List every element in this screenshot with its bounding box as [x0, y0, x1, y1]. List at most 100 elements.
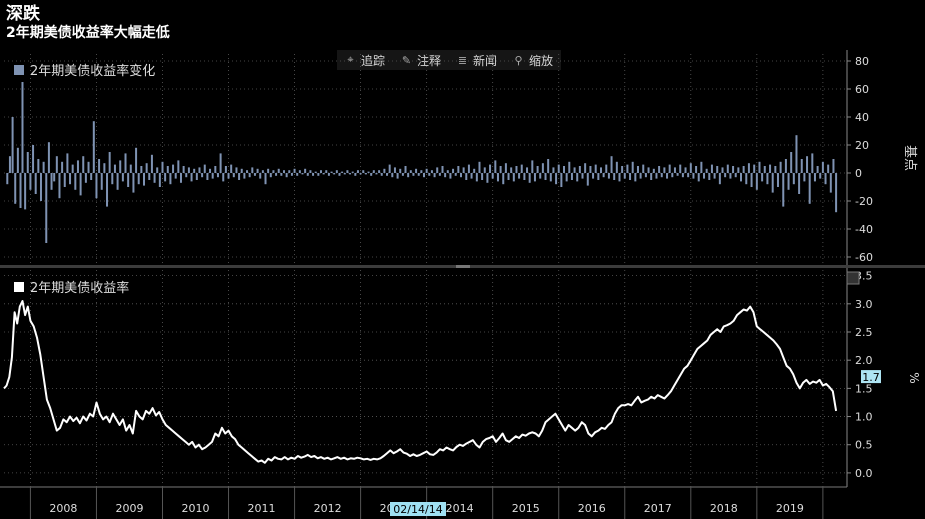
yield-change-bar: [214, 166, 217, 173]
yield-change-bar: [718, 173, 721, 185]
yield-change-bar: [800, 159, 803, 173]
bottom-y-tick-label: 3.0: [855, 298, 873, 311]
yield-change-bar: [251, 167, 254, 173]
yield-change-bar: [172, 164, 175, 173]
yield-change-bar: [547, 159, 550, 173]
yield-change-bar: [835, 173, 838, 213]
yield-change-bar: [16, 147, 19, 173]
yield-change-bar: [473, 168, 476, 173]
yield-change-bar: [356, 170, 359, 173]
yield-change-bar: [314, 171, 317, 173]
yield-change-bar: [557, 164, 560, 173]
yield-change-bar: [755, 173, 758, 190]
yield-change-bar: [423, 173, 426, 178]
yield-change-bar: [203, 164, 206, 173]
yield-change-bar: [259, 173, 262, 179]
yield-change-bar: [354, 173, 357, 176]
yield-change-bar: [441, 166, 444, 173]
yield-change-bar: [206, 173, 209, 180]
yield-change-bar: [560, 173, 563, 187]
yield-change-bar: [689, 163, 692, 173]
yield-change-bar: [364, 173, 367, 175]
yield-change-bar: [243, 173, 246, 179]
yield-change-bar: [668, 164, 671, 173]
yield-change-bar: [32, 145, 35, 173]
yield-change-bar: [74, 173, 77, 190]
panel-options-icon: [846, 271, 860, 285]
yield-change-bar: [401, 173, 404, 176]
yield-change-bar: [129, 164, 132, 173]
yield-change-bar: [14, 173, 17, 204]
yield-change-bar: [312, 173, 315, 176]
yield-change-bar: [69, 173, 72, 185]
yield-change-bar: [829, 173, 832, 193]
yield-change-bar: [589, 166, 592, 173]
yield-change-bar: [433, 173, 436, 178]
yield-change-bar: [53, 173, 56, 182]
yield-change-bar: [232, 173, 235, 178]
yield-change-bar: [618, 173, 621, 182]
yield-change-bar: [576, 173, 579, 182]
yield-change-bar: [716, 166, 719, 173]
yield-change-bar: [113, 164, 116, 173]
yield-change-bar: [658, 166, 661, 173]
yield-change-bar: [763, 166, 766, 173]
yield-change-bar: [174, 173, 177, 179]
cursor-date-label: 02/14/14: [393, 503, 442, 516]
yield-change-bar: [570, 173, 573, 180]
yield-change-bar: [39, 173, 42, 201]
yield-change-bar: [269, 173, 272, 178]
yield-change-bar: [76, 160, 79, 173]
yield-change-bar: [655, 173, 658, 179]
yield-change-bar: [193, 168, 196, 173]
yield-change-bar: [671, 173, 674, 178]
yield-change-bar: [335, 170, 338, 173]
yield-change-bar: [644, 173, 647, 178]
yield-change-bar: [393, 167, 396, 173]
yield-change-bar: [734, 173, 737, 178]
yield-change-bar: [325, 170, 328, 173]
x-tick-label: 2014: [446, 502, 474, 515]
yield-change-bar: [798, 173, 801, 194]
yield-change-bar: [446, 170, 449, 173]
x-tick-label: 2011: [248, 502, 276, 515]
yield-change-bar: [116, 173, 119, 190]
x-tick-label: 2019: [776, 502, 804, 515]
yield-change-bar: [166, 166, 169, 173]
yield-change-bar: [452, 168, 455, 173]
x-tick-label: 2018: [710, 502, 738, 515]
yield-change-bar: [541, 163, 544, 173]
bottom-y-tick-label: 2.0: [855, 354, 873, 367]
yield-change-bar: [50, 173, 53, 190]
yield-change-bar: [549, 173, 552, 182]
yield-change-bar: [745, 173, 748, 185]
yield-change-bar: [726, 164, 729, 173]
yield-change-bar: [219, 153, 222, 173]
yield-change-bar: [631, 161, 634, 173]
x-tick-label: 2016: [578, 502, 606, 515]
yield-change-bar: [132, 173, 135, 193]
yield-change-bar: [599, 167, 602, 173]
yield-change-bar: [415, 168, 418, 173]
yield-change-bar: [821, 161, 824, 173]
yield-change-bar: [430, 170, 433, 173]
yield-change-bar: [607, 173, 610, 179]
yield-change-bar: [301, 173, 304, 175]
yield-change-bar: [782, 173, 785, 207]
yield-change-bar: [343, 173, 346, 175]
yield-change-bar: [652, 168, 655, 173]
yield-change-bar: [380, 173, 383, 176]
yield-change-bar: [639, 173, 642, 179]
yield-change-bar: [605, 164, 608, 173]
yield-change-bar: [156, 167, 159, 173]
yield-change-bar: [420, 170, 423, 173]
yield-change-bar: [634, 173, 637, 182]
yield-change-bar: [510, 167, 513, 173]
yield-change-bar: [8, 156, 11, 173]
yield-change-bar: [502, 173, 505, 185]
yield-change-bar: [298, 170, 301, 173]
yield-change-bar: [515, 166, 518, 173]
yield-change-bar: [462, 167, 465, 173]
yield-change-bar: [776, 173, 779, 187]
yield-change-bar: [79, 173, 82, 196]
